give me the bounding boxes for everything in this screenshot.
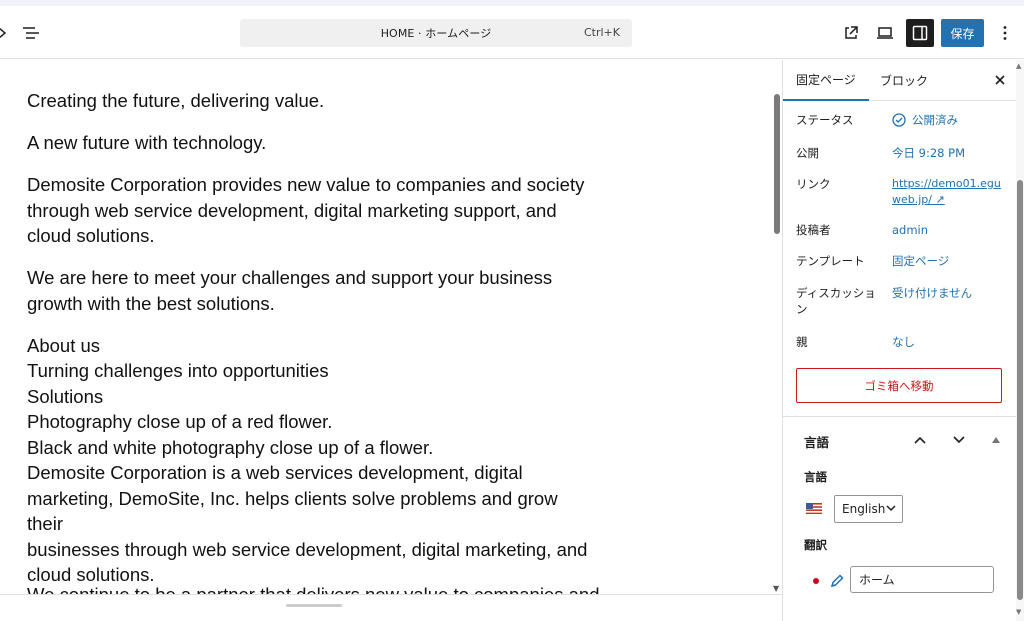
parent-value[interactable]: なし — [892, 334, 1008, 350]
publish-date-value[interactable]: 今日 9:28 PM — [892, 145, 1008, 161]
document-title: HOME · ホームページ — [380, 27, 492, 40]
paragraph[interactable]: About us Turning challenges into opportu… — [27, 333, 597, 588]
editor-window: HOME · ホームページ Ctrl+K 保存 Creating the fut… — [0, 0, 1024, 621]
collapse-panel-icon[interactable] — [985, 429, 1007, 451]
settings-sidebar: 固定ページ ブロック ステータス 公開済み 公開 今日 9:28 PM リンク … — [782, 60, 1016, 621]
sidebar-scrollbar[interactable]: ▲ ▼ — [1016, 60, 1024, 621]
author-value[interactable]: admin — [892, 222, 1008, 238]
scroll-down-arrow-icon[interactable]: ▼ — [1016, 608, 1021, 616]
tab-page[interactable]: 固定ページ — [783, 60, 869, 101]
close-icon[interactable] — [989, 69, 1011, 91]
move-down-icon[interactable] — [948, 429, 970, 451]
move-up-icon[interactable] — [909, 429, 931, 451]
move-to-trash-button[interactable]: ゴミ箱へ移動 — [796, 368, 1002, 403]
published-check-icon — [892, 113, 906, 127]
resize-handle[interactable] — [286, 604, 342, 607]
language-select[interactable]: English — [834, 495, 903, 523]
view-page-icon[interactable] — [838, 20, 864, 46]
post-content[interactable]: Creating the future, delivering value. A… — [27, 88, 597, 594]
preview-device-icon[interactable] — [872, 20, 898, 46]
chevron-down-icon — [886, 505, 896, 512]
paragraph[interactable]: A new future with technology. — [27, 130, 597, 156]
canvas-scrollbar[interactable]: ▼ — [772, 60, 782, 594]
permalink-link[interactable]: https://demo01.eguweb.jp/ ↗ — [892, 176, 1008, 208]
editor-header: HOME · ホームページ Ctrl+K 保存 — [0, 6, 1024, 59]
translation-input[interactable]: ホーム — [850, 566, 994, 593]
paragraph[interactable]: We are here to meet your challenges and … — [27, 265, 597, 316]
sidebar-scrollbar-thumb[interactable] — [1017, 180, 1023, 600]
paragraph[interactable]: Creating the future, delivering value. — [27, 88, 597, 114]
command-shortcut: Ctrl+K — [583, 26, 620, 39]
command-palette-button[interactable]: HOME · ホームページ Ctrl+K — [240, 19, 632, 47]
editor-canvas[interactable]: Creating the future, delivering value. A… — [0, 60, 782, 594]
canvas-scrollbar-thumb[interactable] — [774, 94, 780, 234]
settings-sidebar-toggle-icon[interactable] — [906, 19, 934, 47]
us-flag-icon — [806, 503, 822, 514]
paragraph-partial[interactable]: We continue to be a partner that deliver… — [27, 584, 599, 594]
scroll-down-arrow-icon[interactable]: ▼ — [773, 584, 779, 593]
paragraph[interactable]: Demosite Corporation provides new value … — [27, 172, 597, 249]
status-value[interactable]: 公開済み — [892, 112, 1008, 128]
tab-block[interactable]: ブロック — [867, 60, 941, 101]
save-button[interactable]: 保存 — [941, 19, 984, 47]
pencil-icon[interactable] — [829, 573, 845, 589]
translation-label: 翻訳 — [804, 538, 827, 552]
document-overview-icon[interactable] — [18, 20, 44, 46]
back-arrow-icon[interactable] — [0, 23, 10, 43]
more-options-icon[interactable] — [994, 20, 1016, 46]
discussion-value[interactable]: 受け付けません — [892, 285, 1008, 301]
scroll-up-arrow-icon[interactable]: ▲ — [1016, 62, 1021, 70]
language-label: 言語 — [804, 470, 827, 484]
jp-flag-icon — [810, 575, 822, 587]
language-panel-title: 言語 — [804, 435, 830, 450]
editor-footer — [0, 594, 782, 621]
template-value[interactable]: 固定ページ — [892, 253, 1008, 269]
sidebar-tabs: 固定ページ ブロック — [783, 60, 1016, 101]
language-panel: 言語 言語 English 翻訳 ホーム — [783, 416, 1016, 621]
